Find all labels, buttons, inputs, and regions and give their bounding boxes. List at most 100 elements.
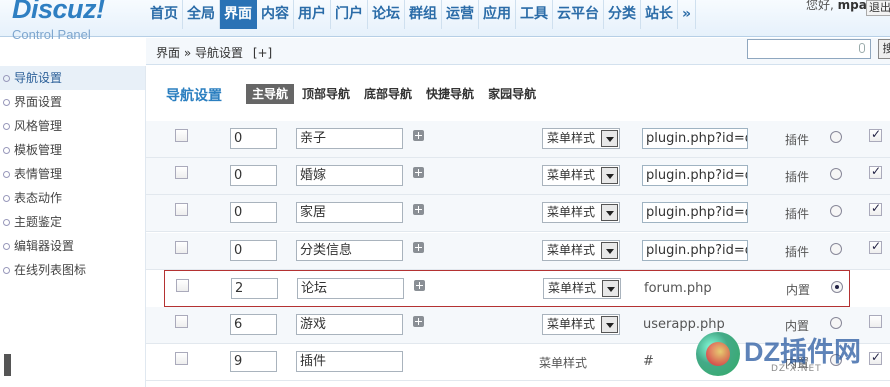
url-input[interactable]: plugin.php?id=d [642,239,748,261]
style-select-value: 菜单样式 [547,131,596,145]
delete-checkbox[interactable] [175,166,188,180]
nav-name-input[interactable]: 论坛 [297,277,404,299]
nav-name-input[interactable]: 分类信息 [296,239,403,261]
chevron-down-icon[interactable] [601,167,618,185]
order-input[interactable]: 9 [230,351,277,373]
add-subnav-icon[interactable] [413,316,424,327]
watermark: DZ插件网 DZ-X.NET [696,330,890,387]
add-subnav-icon[interactable] [413,241,424,253]
add-subnav-icon[interactable] [413,130,424,141]
chevron-down-icon[interactable] [602,279,619,297]
sidebar-item[interactable]: 在线列表图标 [0,258,145,282]
nav-name-input[interactable]: 游戏 [296,314,403,335]
search-input[interactable] [747,39,871,59]
nav-item[interactable]: 论坛 [368,0,405,29]
nav-item[interactable]: 工具 [516,0,553,29]
default-radio[interactable] [830,317,842,329]
sidebar-item[interactable]: 表态动作 [0,186,145,210]
style-select[interactable]: 菜单样式 [542,314,620,335]
delete-checkbox[interactable] [175,315,188,328]
sidebar-item[interactable]: 模板管理 [0,138,145,162]
nav-type-text: 插件 [785,244,810,259]
style-select-value: 菜单样式 [547,242,596,257]
delete-checkbox[interactable] [176,278,189,292]
nav-item[interactable]: 全局 [183,0,220,29]
style-select[interactable]: 菜单样式 [542,202,620,224]
order-input[interactable]: 0 [230,202,277,224]
nav-item[interactable]: 门户 [331,0,368,29]
control-panel-label: Control Panel [12,27,91,42]
tab[interactable]: 主导航 [246,84,295,104]
sidebar-item[interactable]: 界面设置 [0,90,145,114]
style-select[interactable]: 菜单样式 [542,165,620,187]
enable-checkbox[interactable] [869,239,882,254]
sidebar-item[interactable]: 风格管理 [0,114,145,138]
tab[interactable]: 顶部导航 [296,84,356,104]
sidebar-item[interactable]: 编辑器设置 [0,234,145,258]
main-nav: 首页 全局 界面 内容 用户 门户 论坛 群组 运营 应用 工具 云平台 分类 站长» [146,0,697,29]
default-radio[interactable] [830,242,842,255]
nav-name-input[interactable]: 婚嫁 [296,165,403,187]
order-input[interactable]: 2 [231,277,278,299]
sidebar-item[interactable]: 表情管理 [0,162,145,186]
nav-item[interactable]: 云平台 [553,0,604,29]
style-select[interactable]: 菜单样式 [542,239,620,261]
add-subnav-icon[interactable] [414,279,425,291]
add-subnav-icon[interactable] [413,167,424,179]
style-select-value: 菜单样式 [548,280,597,295]
delete-checkbox[interactable] [175,240,188,254]
url-input[interactable]: plugin.php?id=d [642,128,748,149]
nav-item[interactable]: 应用 [479,0,516,29]
enable-checkbox[interactable] [869,127,882,142]
page-title: 导航设置 [166,88,222,104]
discuz-logo[interactable]: Discuz! [12,0,105,25]
nav-type-text: 插件 [785,207,810,222]
nav-item[interactable]: » [678,0,697,29]
enable-checkbox[interactable] [869,164,882,180]
default-radio[interactable] [831,280,843,293]
sidebar-item[interactable]: 导航设置 [0,66,145,90]
order-input[interactable]: 0 [230,128,277,149]
enable-checkbox[interactable] [869,315,882,328]
tab[interactable]: 快捷导航 [420,84,480,104]
default-radio[interactable] [830,205,842,218]
sidebar-scrollbar[interactable] [4,354,11,376]
delete-checkbox[interactable] [175,129,188,142]
tab[interactable]: 底部导航 [358,84,418,104]
chevron-down-icon[interactable] [601,316,618,333]
order-input[interactable]: 0 [230,165,277,187]
nav-name-input[interactable]: 家居 [296,202,403,224]
chevron-down-icon[interactable] [601,241,618,259]
nav-item[interactable]: 界面 [220,0,257,29]
default-radio[interactable] [830,168,842,181]
nav-item[interactable]: 用户 [294,0,331,29]
sidebar-item[interactable]: 主题鉴定 [0,210,145,234]
enable-checkbox[interactable] [869,201,882,217]
url-input[interactable]: plugin.php?id=d [642,165,748,187]
nav-name-input[interactable]: 亲子 [296,128,403,149]
nav-item[interactable]: 群组 [405,0,442,29]
style-select[interactable]: 菜单样式 [543,277,621,299]
delete-checkbox[interactable] [175,203,188,217]
delete-checkbox[interactable] [175,352,188,366]
nav-item[interactable]: 内容 [257,0,294,29]
nav-item[interactable]: 分类 [604,0,641,29]
url-input[interactable]: plugin.php?id=d [642,202,748,224]
nav-item[interactable]: 站长 [641,0,678,29]
order-input[interactable]: 6 [230,314,277,335]
tab[interactable]: 家园导航 [482,84,542,104]
logout-button[interactable]: 退出 [866,0,890,16]
add-shortcut-link[interactable]: [+] [253,46,272,60]
default-radio[interactable] [830,131,842,143]
search-button[interactable]: 搜 [878,39,890,59]
style-select[interactable]: 菜单样式 [542,128,620,149]
chevron-down-icon[interactable] [601,130,618,147]
microphone-icon[interactable] [859,43,865,53]
nav-item[interactable]: 首页 [146,0,183,29]
order-input[interactable]: 0 [230,239,277,261]
nav-item[interactable]: 运营 [442,0,479,29]
chevron-down-icon[interactable] [601,204,618,222]
add-subnav-icon[interactable] [413,204,424,216]
nav-name-input[interactable]: 插件 [296,351,403,373]
watermark-logo-icon [696,332,740,376]
